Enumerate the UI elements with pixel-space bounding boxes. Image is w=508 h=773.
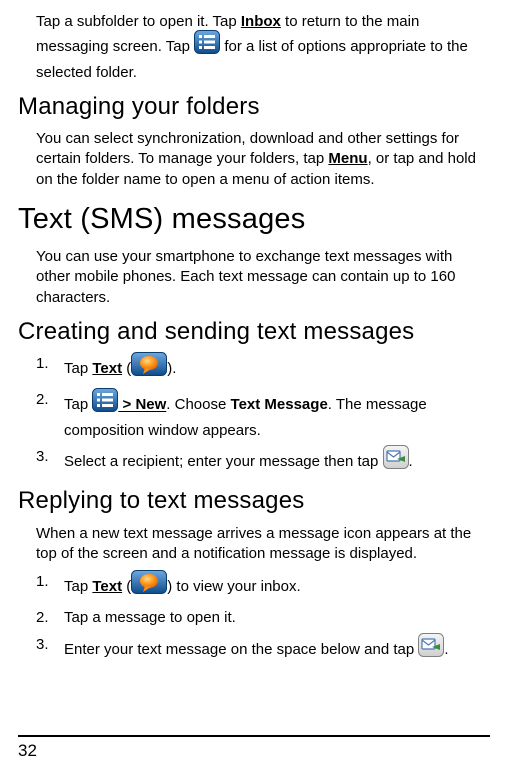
text: Tap [64, 578, 92, 595]
heading-replying: Replying to text messages [18, 485, 490, 517]
replying-steps: 1. Tap Text ( ) to view your inbox. 2. Ta… [36, 572, 490, 665]
text: Tap [64, 397, 92, 414]
text-keyword: Text [92, 578, 122, 595]
text: ). [167, 360, 176, 377]
footer-divider [18, 735, 490, 737]
text: Tap [64, 360, 92, 377]
heading-creating: Creating and sending text messages [18, 316, 490, 348]
list-item: 1. Tap Text (). [36, 354, 490, 384]
options-list-icon [194, 30, 220, 60]
text: Tap a message to open it. [64, 609, 236, 626]
text: . [444, 641, 448, 658]
text-message-keyword: Text Message [231, 397, 328, 414]
send-icon [383, 445, 409, 475]
heading-managing-folders: Managing your folders [18, 91, 490, 123]
text-app-icon [131, 570, 167, 600]
text-keyword: Text [92, 360, 122, 377]
sms-paragraph: You can use your smartphone to exchange … [36, 247, 490, 308]
text: Enter your text message on the space bel… [64, 641, 418, 658]
list-number: 1. [36, 572, 49, 592]
list-item: 3. Select a recipient; enter your messag… [36, 447, 490, 477]
intro-paragraph: Tap a subfolder to open it. Tap Inbox to… [36, 12, 490, 83]
replying-paragraph: When a new text message arrives a messag… [36, 524, 490, 565]
text: . [409, 453, 413, 470]
list-item: 3. Enter your text message on the space … [36, 635, 490, 665]
text: Tap a subfolder to open it. Tap [36, 13, 241, 30]
text: ( [122, 578, 131, 595]
list-item: 1. Tap Text ( ) to view your inbox. [36, 572, 490, 602]
creating-steps: 1. Tap Text (). 2. Tap > New. Choose Tex… [36, 354, 490, 477]
text: ( [122, 360, 131, 377]
menu-keyword: Menu [328, 150, 367, 167]
inbox-keyword: Inbox [241, 13, 281, 30]
text: . Choose [166, 397, 230, 414]
heading-sms: Text (SMS) messages [18, 200, 490, 239]
options-list-icon [92, 388, 118, 418]
gt-new-keyword: > New [118, 397, 166, 414]
list-item: 2. Tap a message to open it. [36, 608, 490, 628]
list-number: 2. [36, 608, 49, 628]
text-app-icon [131, 352, 167, 382]
list-number: 3. [36, 447, 49, 467]
send-icon [418, 633, 444, 663]
list-number: 1. [36, 354, 49, 374]
text: ) to view your inbox. [167, 578, 300, 595]
managing-paragraph: You can select synchronization, download… [36, 129, 490, 190]
list-item: 2. Tap > New. Choose Text Message. The m… [36, 390, 490, 441]
list-number: 3. [36, 635, 49, 655]
list-number: 2. [36, 390, 49, 410]
text: Select a recipient; enter your message t… [64, 453, 383, 470]
page-number: 32 [18, 740, 37, 763]
